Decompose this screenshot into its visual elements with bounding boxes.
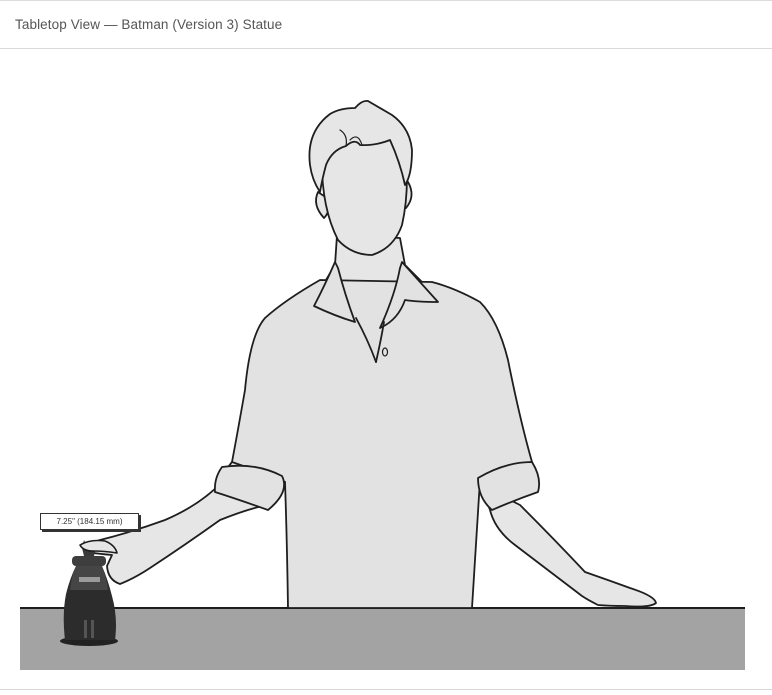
tabletop-viewer [0,50,772,690]
height-label: 7.25" (184.15 mm) [40,513,139,530]
table [20,607,745,670]
page-title: Tabletop View — Batman (Version 3) Statu… [15,17,283,32]
pinching-fingers [79,539,118,554]
person-silhouette-icon [83,99,657,609]
bottom-divider [0,689,772,690]
view-header: Tabletop View — Batman (Version 3) Statu… [0,1,772,49]
scene-canvas [20,99,745,670]
